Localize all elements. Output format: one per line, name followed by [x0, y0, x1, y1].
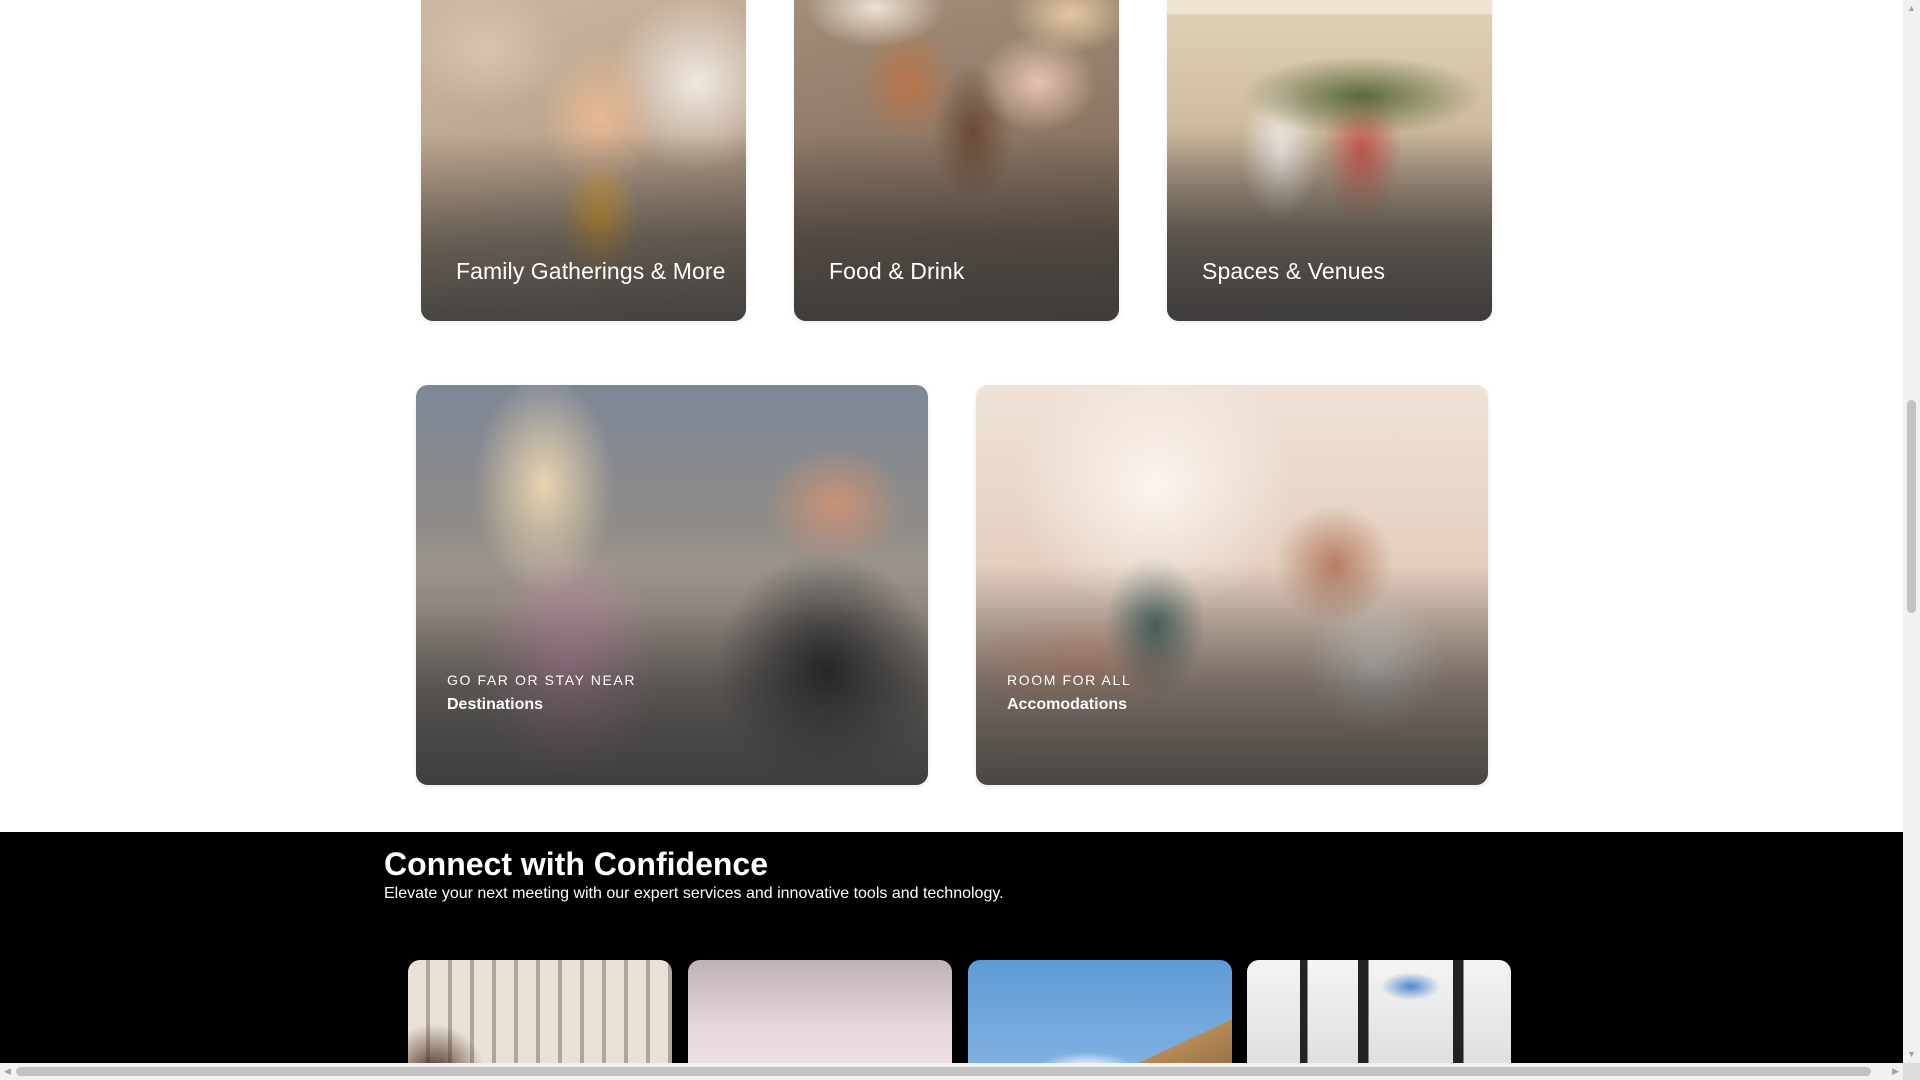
section-heading: Connect with Confidence — [384, 846, 768, 882]
card-spaces-venues[interactable]: Spaces & Venues — [1167, 0, 1492, 321]
scroll-right-arrow-icon[interactable]: ▶ — [1892, 1067, 1899, 1076]
vertical-scrollbar[interactable]: ▲ ▼ — [1903, 0, 1920, 1063]
card-overlay — [794, 133, 1119, 321]
connect-section: Connect with Confidence Elevate your nex… — [0, 832, 1903, 1063]
card-title: Accomodations — [1007, 696, 1128, 713]
connect-card-4[interactable] — [1247, 960, 1511, 1063]
scroll-left-arrow-icon[interactable]: ◀ — [4, 1067, 11, 1076]
horizontal-scrollbar[interactable]: ◀ ▶ — [0, 1063, 1903, 1080]
card-label: Spaces & Venues — [1202, 258, 1386, 284]
card-overlay — [1167, 133, 1492, 321]
card-overline: GO FAR OR STAY NEAR — [447, 672, 637, 688]
page: Family Gatherings & More Food & Drink Sp… — [0, 0, 1903, 1063]
card-family-gatherings[interactable]: Family Gatherings & More — [421, 0, 746, 321]
connect-card-1[interactable] — [408, 960, 672, 1063]
vertical-scrollbar-thumb[interactable] — [1907, 400, 1916, 613]
section-subheading: Elevate your next meeting with our exper… — [384, 885, 1004, 902]
card-accommodations[interactable]: ROOM FOR ALL Accomodations — [976, 385, 1488, 785]
connect-card-3[interactable] — [968, 960, 1232, 1063]
card-overline: ROOM FOR ALL — [1007, 672, 1132, 688]
scroll-up-arrow-icon[interactable]: ▲ — [1907, 4, 1916, 13]
card-label: Food & Drink — [829, 258, 965, 284]
card-overlay — [421, 133, 746, 321]
card-destinations[interactable]: GO FAR OR STAY NEAR Destinations — [416, 385, 928, 785]
horizontal-scrollbar-thumb[interactable] — [16, 1067, 1871, 1076]
card-title: Destinations — [447, 696, 544, 713]
scrollbar-corner — [1903, 1063, 1920, 1080]
card-food-drink[interactable]: Food & Drink — [794, 0, 1119, 321]
card-label: Family Gatherings & More — [456, 258, 726, 284]
connect-card-2[interactable] — [688, 960, 952, 1063]
scroll-down-arrow-icon[interactable]: ▼ — [1907, 1050, 1916, 1059]
